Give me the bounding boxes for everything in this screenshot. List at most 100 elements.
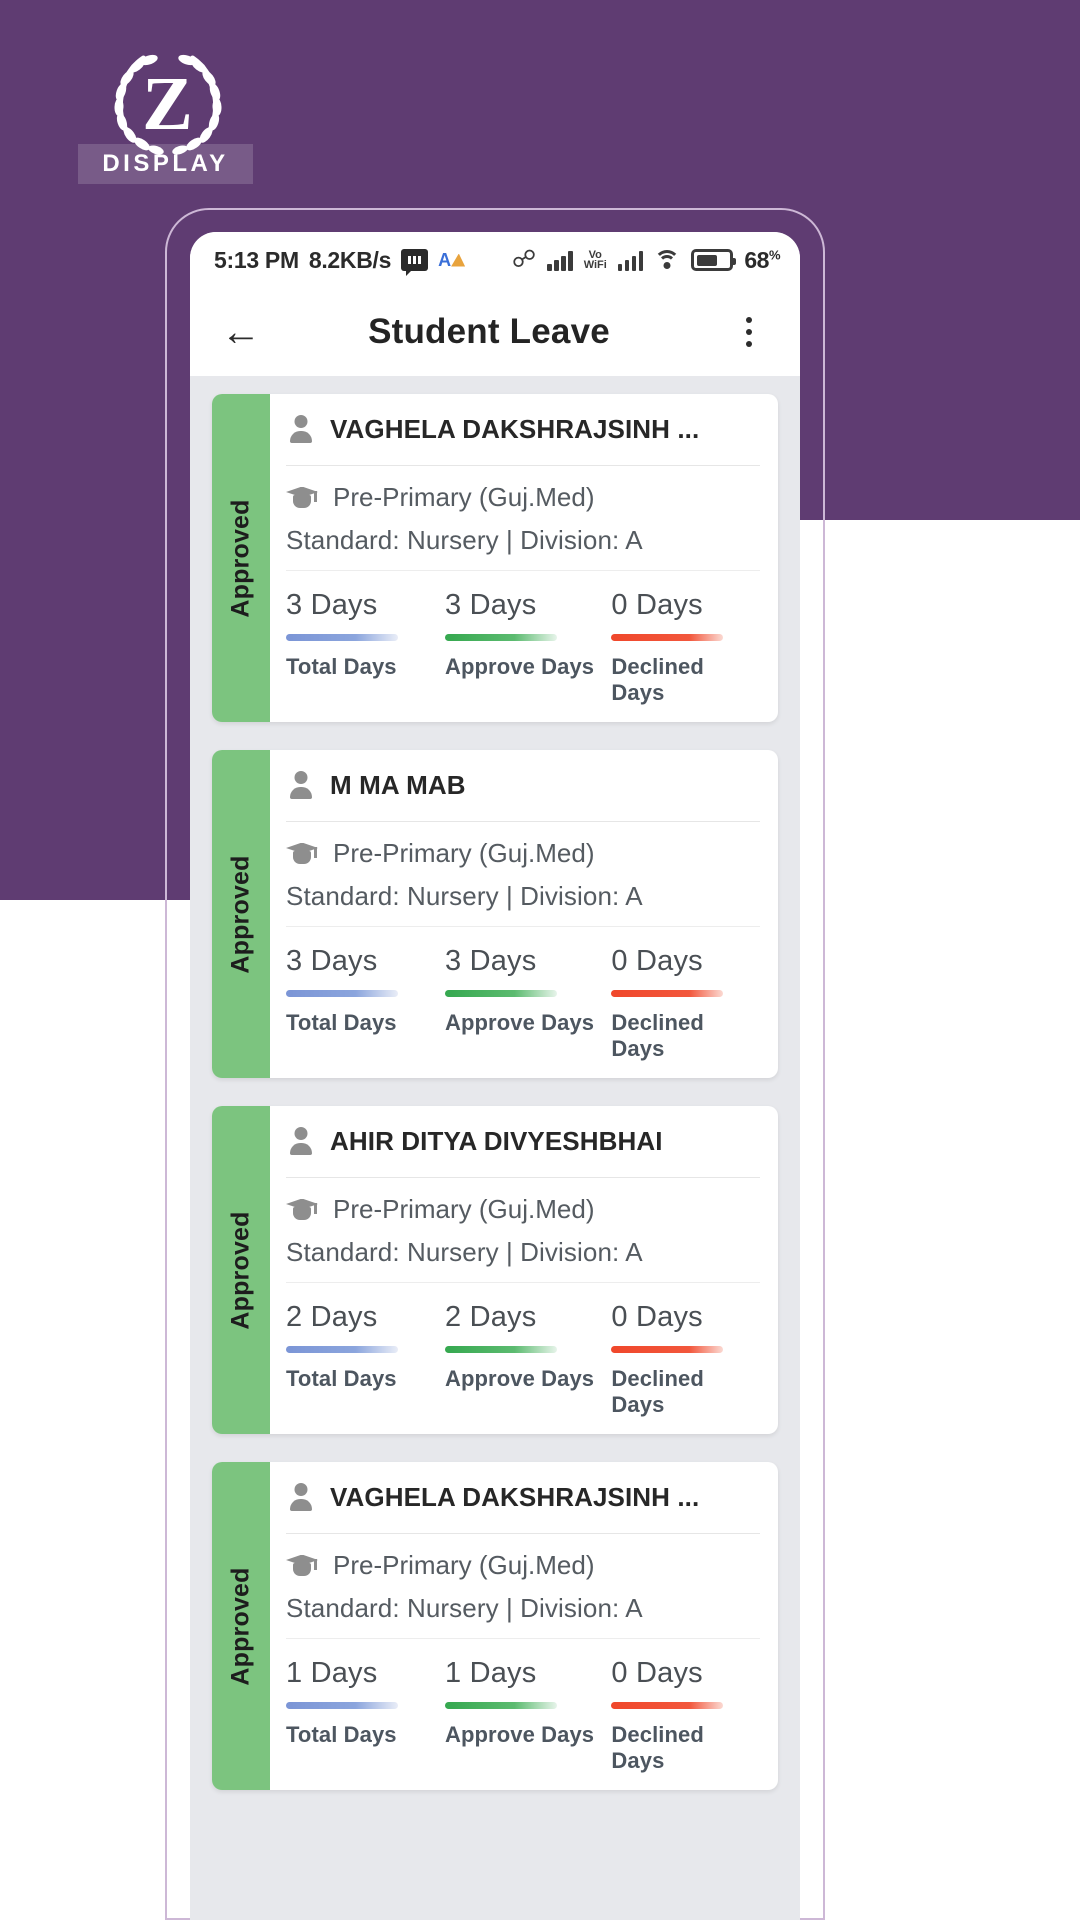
logo-wordmark: DISPLAY xyxy=(78,144,253,184)
translate-icon: A xyxy=(438,249,466,272)
standard-division: Standard: Nursery | Division: A xyxy=(286,525,643,555)
standard-division: Standard: Nursery | Division: A xyxy=(286,881,643,911)
status-badge-label: Approved xyxy=(226,854,255,974)
total-days-label: Total Days xyxy=(286,1722,397,1747)
days-stats: 3 Days Total Days 3 Days Approve Days 0 … xyxy=(286,571,760,722)
stat-declined-days: 0 Days Declined Days xyxy=(611,1657,760,1774)
student-name: M MA MAB xyxy=(330,770,466,800)
course-row: Pre-Primary (Guj.Med) xyxy=(286,838,760,869)
declined-days-label: Declined Days xyxy=(611,1366,704,1417)
total-days-value: 3 Days xyxy=(286,945,378,977)
status-network-speed: 8.2KB/s xyxy=(308,246,392,273)
student-meta: Pre-Primary (Guj.Med) Standard: Nursery … xyxy=(286,1534,760,1639)
status-badge-label: Approved xyxy=(226,498,255,618)
person-icon xyxy=(286,1126,316,1158)
course-name: Pre-Primary (Guj.Med) xyxy=(333,482,595,512)
days-stats: 3 Days Total Days 3 Days Approve Days 0 … xyxy=(286,927,760,1078)
total-days-bar xyxy=(286,634,398,641)
total-days-bar xyxy=(286,1702,398,1709)
card-body: VAGHELA DAKSHRAJSINH ... Pre-Primary (Gu… xyxy=(270,394,778,722)
total-days-label: Total Days xyxy=(286,1366,397,1391)
signal-bars-2-icon xyxy=(617,249,644,271)
stat-total-days: 3 Days Total Days xyxy=(286,589,445,706)
stat-approve-days: 1 Days Approve Days xyxy=(444,1657,611,1774)
declined-days-value: 0 Days xyxy=(611,1657,703,1689)
leave-request-card[interactable]: Approved AHIR DITYA DIVYESHBHAI Pre-Prim… xyxy=(212,1106,778,1434)
total-days-value: 1 Days xyxy=(286,1657,378,1689)
status-badge: Approved xyxy=(212,1106,270,1434)
status-badge-label: Approved xyxy=(226,1566,255,1686)
days-stats: 2 Days Total Days 2 Days Approve Days 0 … xyxy=(286,1283,760,1434)
stat-total-days: 1 Days Total Days xyxy=(286,1657,445,1774)
graduation-cap-icon xyxy=(286,1197,318,1223)
stat-declined-days: 0 Days Declined Days xyxy=(611,589,760,706)
declined-days-bar xyxy=(611,634,724,641)
graduation-cap-icon xyxy=(286,1553,318,1579)
declined-days-label: Declined Days xyxy=(611,1722,704,1773)
declined-days-bar xyxy=(611,1346,724,1353)
approve-days-value: 2 Days xyxy=(444,1301,537,1333)
declined-days-bar xyxy=(611,990,724,997)
approve-days-bar xyxy=(444,1346,557,1353)
total-days-label: Total Days xyxy=(286,654,397,679)
declined-days-value: 0 Days xyxy=(611,945,703,977)
standard-division: Standard: Nursery | Division: A xyxy=(286,1593,643,1623)
student-name: VAGHELA DAKSHRAJSINH ... xyxy=(330,1482,700,1512)
course-name: Pre-Primary (Guj.Med) xyxy=(333,838,595,868)
bluetooth-icon: ☍ xyxy=(511,246,537,273)
person-icon xyxy=(286,770,316,802)
student-name-row: AHIR DITYA DIVYESHBHAI xyxy=(286,1106,760,1178)
person-icon xyxy=(286,1482,316,1514)
total-days-bar xyxy=(286,1346,398,1353)
approve-days-value: 3 Days xyxy=(444,589,537,621)
approve-days-bar xyxy=(444,634,557,641)
graduation-cap-icon xyxy=(286,841,318,867)
approve-days-value: 3 Days xyxy=(444,945,537,977)
student-name-row: M MA MAB xyxy=(286,750,760,822)
approve-days-label: Approve Days xyxy=(444,654,595,679)
approve-days-bar xyxy=(444,1702,557,1709)
status-badge: Approved xyxy=(212,1462,270,1790)
total-days-bar xyxy=(286,990,398,997)
percent-symbol: % xyxy=(768,246,781,262)
status-time: 5:13 PM xyxy=(214,246,299,273)
declined-days-bar xyxy=(611,1702,724,1709)
approve-days-label: Approve Days xyxy=(444,1722,595,1747)
approve-days-label: Approve Days xyxy=(444,1010,595,1035)
total-days-value: 2 Days xyxy=(286,1301,378,1333)
leave-request-card[interactable]: Approved VAGHELA DAKSHRAJSINH ... Pre-Pr… xyxy=(212,1462,778,1790)
stat-approve-days: 3 Days Approve Days xyxy=(444,589,611,706)
overflow-menu-icon[interactable] xyxy=(724,307,774,357)
declined-days-label: Declined Days xyxy=(611,1010,704,1061)
card-body: AHIR DITYA DIVYESHBHAI Pre-Primary (Guj.… xyxy=(270,1106,778,1434)
page-title: Student Leave xyxy=(368,312,610,351)
stat-declined-days: 0 Days Declined Days xyxy=(611,945,760,1062)
course-name: Pre-Primary (Guj.Med) xyxy=(333,1194,595,1224)
logo-wordmark-text: DISPLAY xyxy=(102,150,229,177)
declined-days-label: Declined Days xyxy=(611,654,704,705)
total-days-label: Total Days xyxy=(286,1010,397,1035)
stat-declined-days: 0 Days Declined Days xyxy=(611,1301,760,1418)
wifi-icon xyxy=(654,249,681,271)
volte-icon: Vo WiFi xyxy=(583,250,607,271)
days-stats: 1 Days Total Days 1 Days Approve Days 0 … xyxy=(286,1639,760,1790)
person-icon xyxy=(286,414,316,446)
card-body: VAGHELA DAKSHRAJSINH ... Pre-Primary (Gu… xyxy=(270,1462,778,1790)
leave-request-card[interactable]: Approved VAGHELA DAKSHRAJSINH ... Pre-Pr… xyxy=(212,394,778,722)
status-badge: Approved xyxy=(212,750,270,1078)
stat-total-days: 2 Days Total Days xyxy=(286,1301,445,1418)
approve-days-bar xyxy=(444,990,557,997)
graduation-cap-icon xyxy=(286,485,318,511)
battery-percent: 68% xyxy=(744,247,780,274)
status-badge-label: Approved xyxy=(226,1210,255,1330)
student-meta: Pre-Primary (Guj.Med) Standard: Nursery … xyxy=(286,822,760,927)
student-name: VAGHELA DAKSHRAJSINH ... xyxy=(330,414,700,444)
volte-line-2: WiFi xyxy=(583,259,607,271)
approve-days-label: Approve Days xyxy=(444,1366,595,1391)
leave-request-card[interactable]: Approved M MA MAB Pre-Primary (Guj.Med) … xyxy=(212,750,778,1078)
stat-approve-days: 2 Days Approve Days xyxy=(444,1301,611,1418)
leave-request-list[interactable]: Approved VAGHELA DAKSHRAJSINH ... Pre-Pr… xyxy=(190,376,800,1920)
status-bar: 5:13 PM 8.2KB/s A ☍ Vo WiFi 68% xyxy=(190,232,800,288)
card-body: M MA MAB Pre-Primary (Guj.Med) Standard:… xyxy=(270,750,778,1078)
standard-division: Standard: Nursery | Division: A xyxy=(286,1237,643,1267)
